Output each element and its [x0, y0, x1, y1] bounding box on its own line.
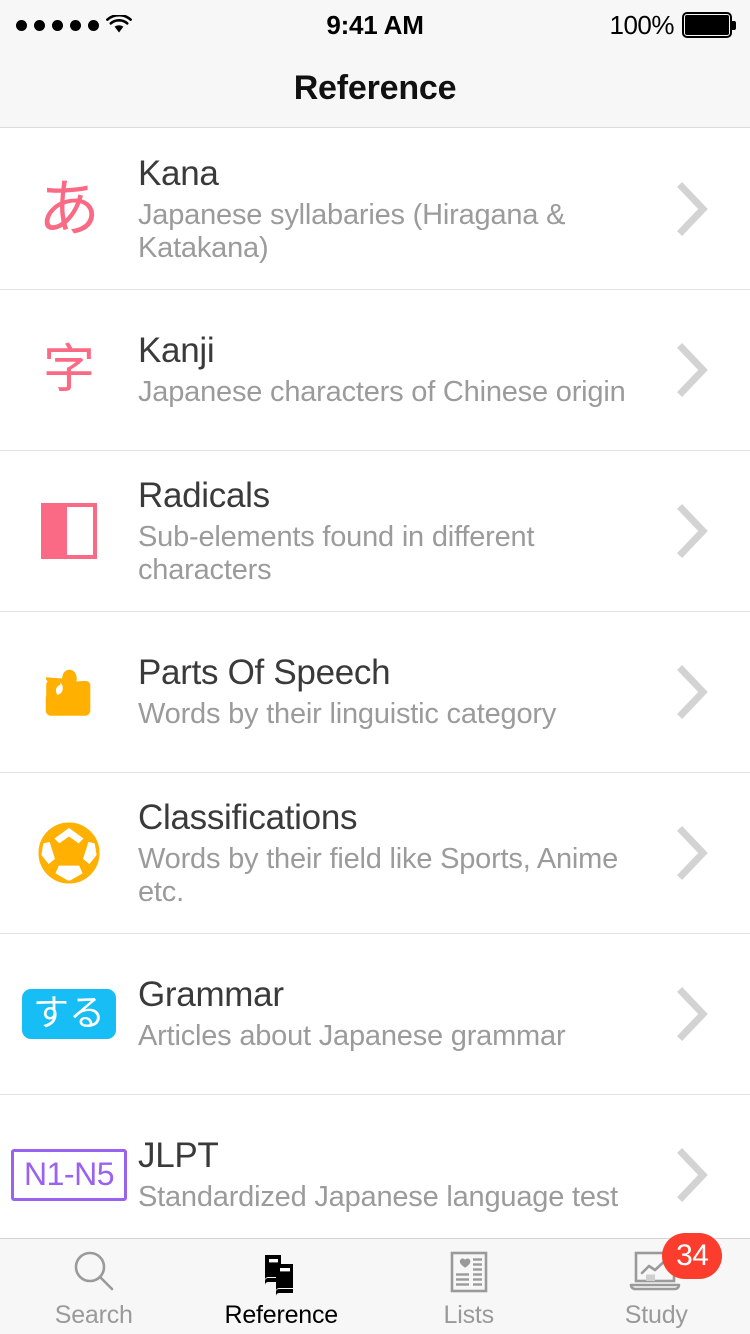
kana-icon-glyph: あ: [37, 172, 100, 245]
list-item-text: JLPT Standardized Japanese language test: [138, 1136, 750, 1214]
list-item-title: Grammar: [138, 975, 284, 1015]
kanji-icon-glyph: 字: [42, 340, 95, 400]
list-item-grammar[interactable]: する Grammar Articles about Japanese gramm…: [0, 934, 750, 1095]
soccer-ball-icon: [0, 773, 138, 934]
list-item-title: Radicals: [138, 475, 270, 515]
tab-label-search: Search: [54, 1301, 133, 1329]
list-item-kanji[interactable]: 字 Kanji Japanese characters of Chinese o…: [0, 290, 750, 451]
grammar-icon-glyph: する: [32, 993, 105, 1035]
chevron-right-icon: [676, 182, 710, 236]
status-bar-right: 100%: [609, 0, 736, 50]
app-root: 9:41 AM 100% Reference あ Kana Japanese s…: [0, 0, 750, 1334]
jlpt-level-icon: N1-N5: [0, 1095, 138, 1239]
books-icon: [256, 1247, 306, 1297]
list-item-subtitle: Articles about Japanese grammar: [138, 1020, 566, 1053]
list-item-kana[interactable]: あ Kana Japanese syllabaries (Hiragana & …: [0, 129, 750, 290]
tab-label-reference: Reference: [224, 1301, 339, 1329]
chevron-right-icon: [676, 504, 710, 558]
list-item-radicals[interactable]: Radicals Sub-elements found in different…: [0, 451, 750, 612]
list-item-text: Kanji Japanese characters of Chinese ori…: [138, 331, 750, 409]
list-item-text: Radicals Sub-elements found in different…: [138, 476, 750, 586]
page-title: Reference: [293, 69, 457, 107]
list-item-text: Classifications Words by their field lik…: [138, 798, 750, 908]
list-card-icon: [444, 1247, 494, 1297]
study-badge: 34: [662, 1233, 723, 1279]
radical-block-icon: [0, 451, 138, 612]
list-item-title: Kana: [138, 153, 219, 193]
list-item-parts-of-speech[interactable]: Parts Of Speech Words by their linguisti…: [0, 612, 750, 773]
kanji-character-icon: 字: [0, 290, 138, 451]
list-item-title: Kanji: [138, 331, 215, 371]
tab-lists[interactable]: Lists: [375, 1239, 563, 1334]
list-item-title: Classifications: [138, 797, 358, 837]
list-item-subtitle: Japanese characters of Chinese origin: [138, 376, 626, 409]
jlpt-icon-label: N1-N5: [24, 1156, 114, 1193]
list-item-text: Grammar Articles about Japanese grammar: [138, 975, 750, 1053]
kana-hiragana-a-icon: あ: [0, 129, 138, 290]
list-item-text: Parts Of Speech Words by their linguisti…: [138, 653, 750, 731]
tab-label-lists: Lists: [443, 1301, 495, 1329]
tab-label-study: Study: [624, 1301, 688, 1329]
status-bar: 9:41 AM 100%: [0, 0, 750, 50]
tab-reference[interactable]: Reference: [188, 1239, 376, 1334]
chevron-right-icon: [676, 665, 710, 719]
chevron-right-icon: [676, 826, 710, 880]
tab-bar: Search Reference Lists 34 Study: [0, 1233, 750, 1334]
tab-study[interactable]: 34 Study: [563, 1233, 750, 1334]
battery-percent-label: 100%: [609, 9, 675, 40]
list-item-title: JLPT: [138, 1136, 219, 1176]
list-item-subtitle: Words by their field like Sports, Anime …: [138, 843, 619, 908]
list-item-title: Parts Of Speech: [138, 653, 391, 693]
tab-search[interactable]: Search: [0, 1239, 188, 1334]
puzzle-piece-icon: [0, 612, 138, 773]
reference-list: あ Kana Japanese syllabaries (Hiragana & …: [0, 129, 750, 1238]
chart-laptop-icon: 34: [628, 1233, 723, 1297]
search-icon: [69, 1247, 119, 1297]
list-item-subtitle: Japanese syllabaries (Hiragana & Katakan…: [138, 199, 566, 264]
list-item-classifications[interactable]: Classifications Words by their field lik…: [0, 773, 750, 934]
chevron-right-icon: [676, 343, 710, 397]
navigation-bar: Reference: [0, 50, 750, 128]
chevron-right-icon: [676, 987, 710, 1041]
list-item-jlpt[interactable]: N1-N5 JLPT Standardized Japanese languag…: [0, 1095, 750, 1238]
battery-full-icon: [682, 12, 736, 38]
grammar-suru-icon: する: [0, 934, 138, 1095]
list-item-subtitle: Words by their linguistic category: [138, 698, 557, 731]
chevron-right-icon: [676, 1148, 710, 1202]
list-item-subtitle: Standardized Japanese language test: [138, 1181, 618, 1214]
list-item-text: Kana Japanese syllabaries (Hiragana & Ka…: [138, 154, 750, 264]
list-item-subtitle: Sub-elements found in different characte…: [138, 521, 535, 586]
